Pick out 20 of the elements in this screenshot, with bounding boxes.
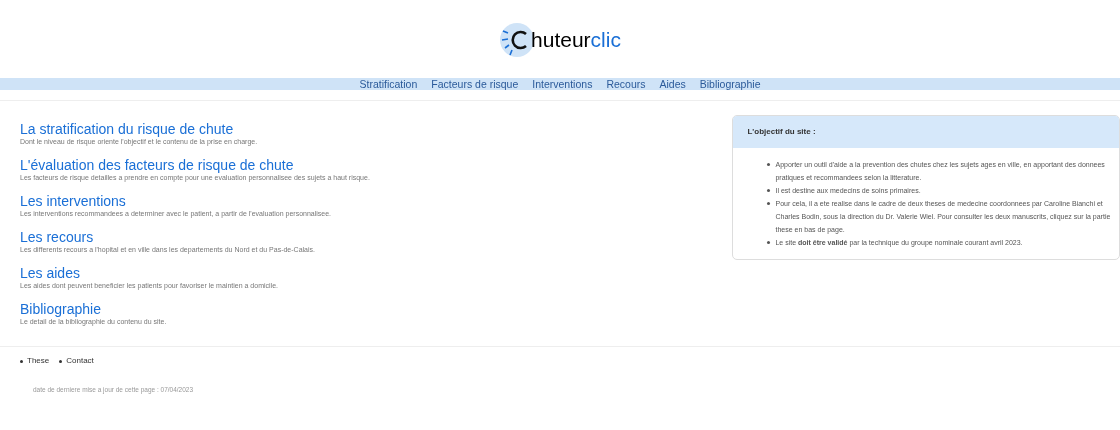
section-title[interactable]: Les aides <box>20 265 80 281</box>
bullet-icon <box>767 163 771 166</box>
section-title[interactable]: L'évaluation des facteurs de risque de chute <box>20 157 294 173</box>
section-title[interactable]: La stratification du risque de chute <box>20 121 234 137</box>
section-title[interactable]: Bibliographie <box>20 301 101 317</box>
bullet-icon <box>767 202 771 205</box>
card-title: L'objectif du site : <box>747 126 816 138</box>
nav-link[interactable]: Stratification <box>359 78 418 90</box>
nav-link[interactable]: Aides <box>659 78 686 90</box>
bullet-icon <box>767 241 771 244</box>
nav-link[interactable]: Bibliographie <box>699 78 761 90</box>
nav-link[interactable]: Facteurs de risque <box>431 78 519 90</box>
nav-link[interactable]: Recours <box>606 78 646 90</box>
section-title[interactable]: Les interventions <box>20 193 126 209</box>
nav-link[interactable]: Interventions <box>532 78 593 90</box>
logo-text: huteurclic <box>531 27 621 54</box>
footer-link[interactable]: Contact <box>59 355 94 367</box>
bullet-icon <box>767 189 771 192</box>
footer-link[interactable]: These <box>20 355 50 367</box>
section-title[interactable]: Les recours <box>20 229 94 245</box>
